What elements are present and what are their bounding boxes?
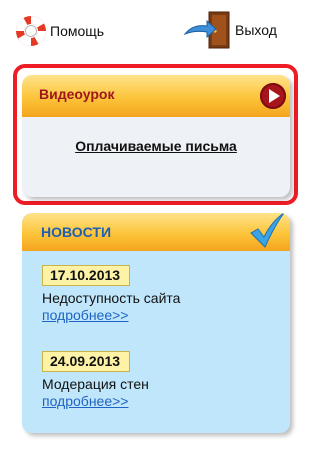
top-bar: Помощь Выход	[0, 0, 313, 62]
paid-letters-link[interactable]: Оплачиваемые письма	[22, 138, 290, 154]
news-header: НОВОСТИ	[22, 213, 290, 251]
news-more-link[interactable]: подробнее>>	[42, 393, 149, 409]
news-item: 24.09.2013 Модерация стен подробнее>>	[42, 351, 149, 409]
checkmark-icon	[250, 213, 285, 248]
news-more-link[interactable]: подробнее>>	[42, 307, 180, 323]
news-text: Недоступность сайта	[42, 290, 181, 306]
news-title: НОВОСТИ	[41, 224, 112, 240]
video-lesson-title: Видеоурок	[39, 86, 115, 102]
video-lesson-header: Видеоурок	[22, 75, 290, 117]
help-link[interactable]: Помощь	[14, 11, 104, 51]
exit-link[interactable]: Выход	[183, 10, 277, 50]
exit-door-icon	[183, 11, 230, 49]
exit-label[interactable]: Выход	[235, 22, 277, 38]
video-lesson-panel: Видеоурок Оплачиваемые письма	[22, 75, 290, 197]
news-date: 24.09.2013	[42, 351, 131, 372]
news-panel: НОВОСТИ 17.10.2013 Недоступность сайта п…	[22, 213, 290, 433]
news-text: Модерация стен	[42, 376, 149, 392]
help-label[interactable]: Помощь	[50, 23, 104, 39]
news-date: 17.10.2013	[42, 265, 131, 286]
news-item: 17.10.2013 Недоступность сайта подробнее…	[42, 265, 180, 323]
play-icon[interactable]	[260, 83, 286, 109]
lifebuoy-icon	[15, 15, 47, 47]
